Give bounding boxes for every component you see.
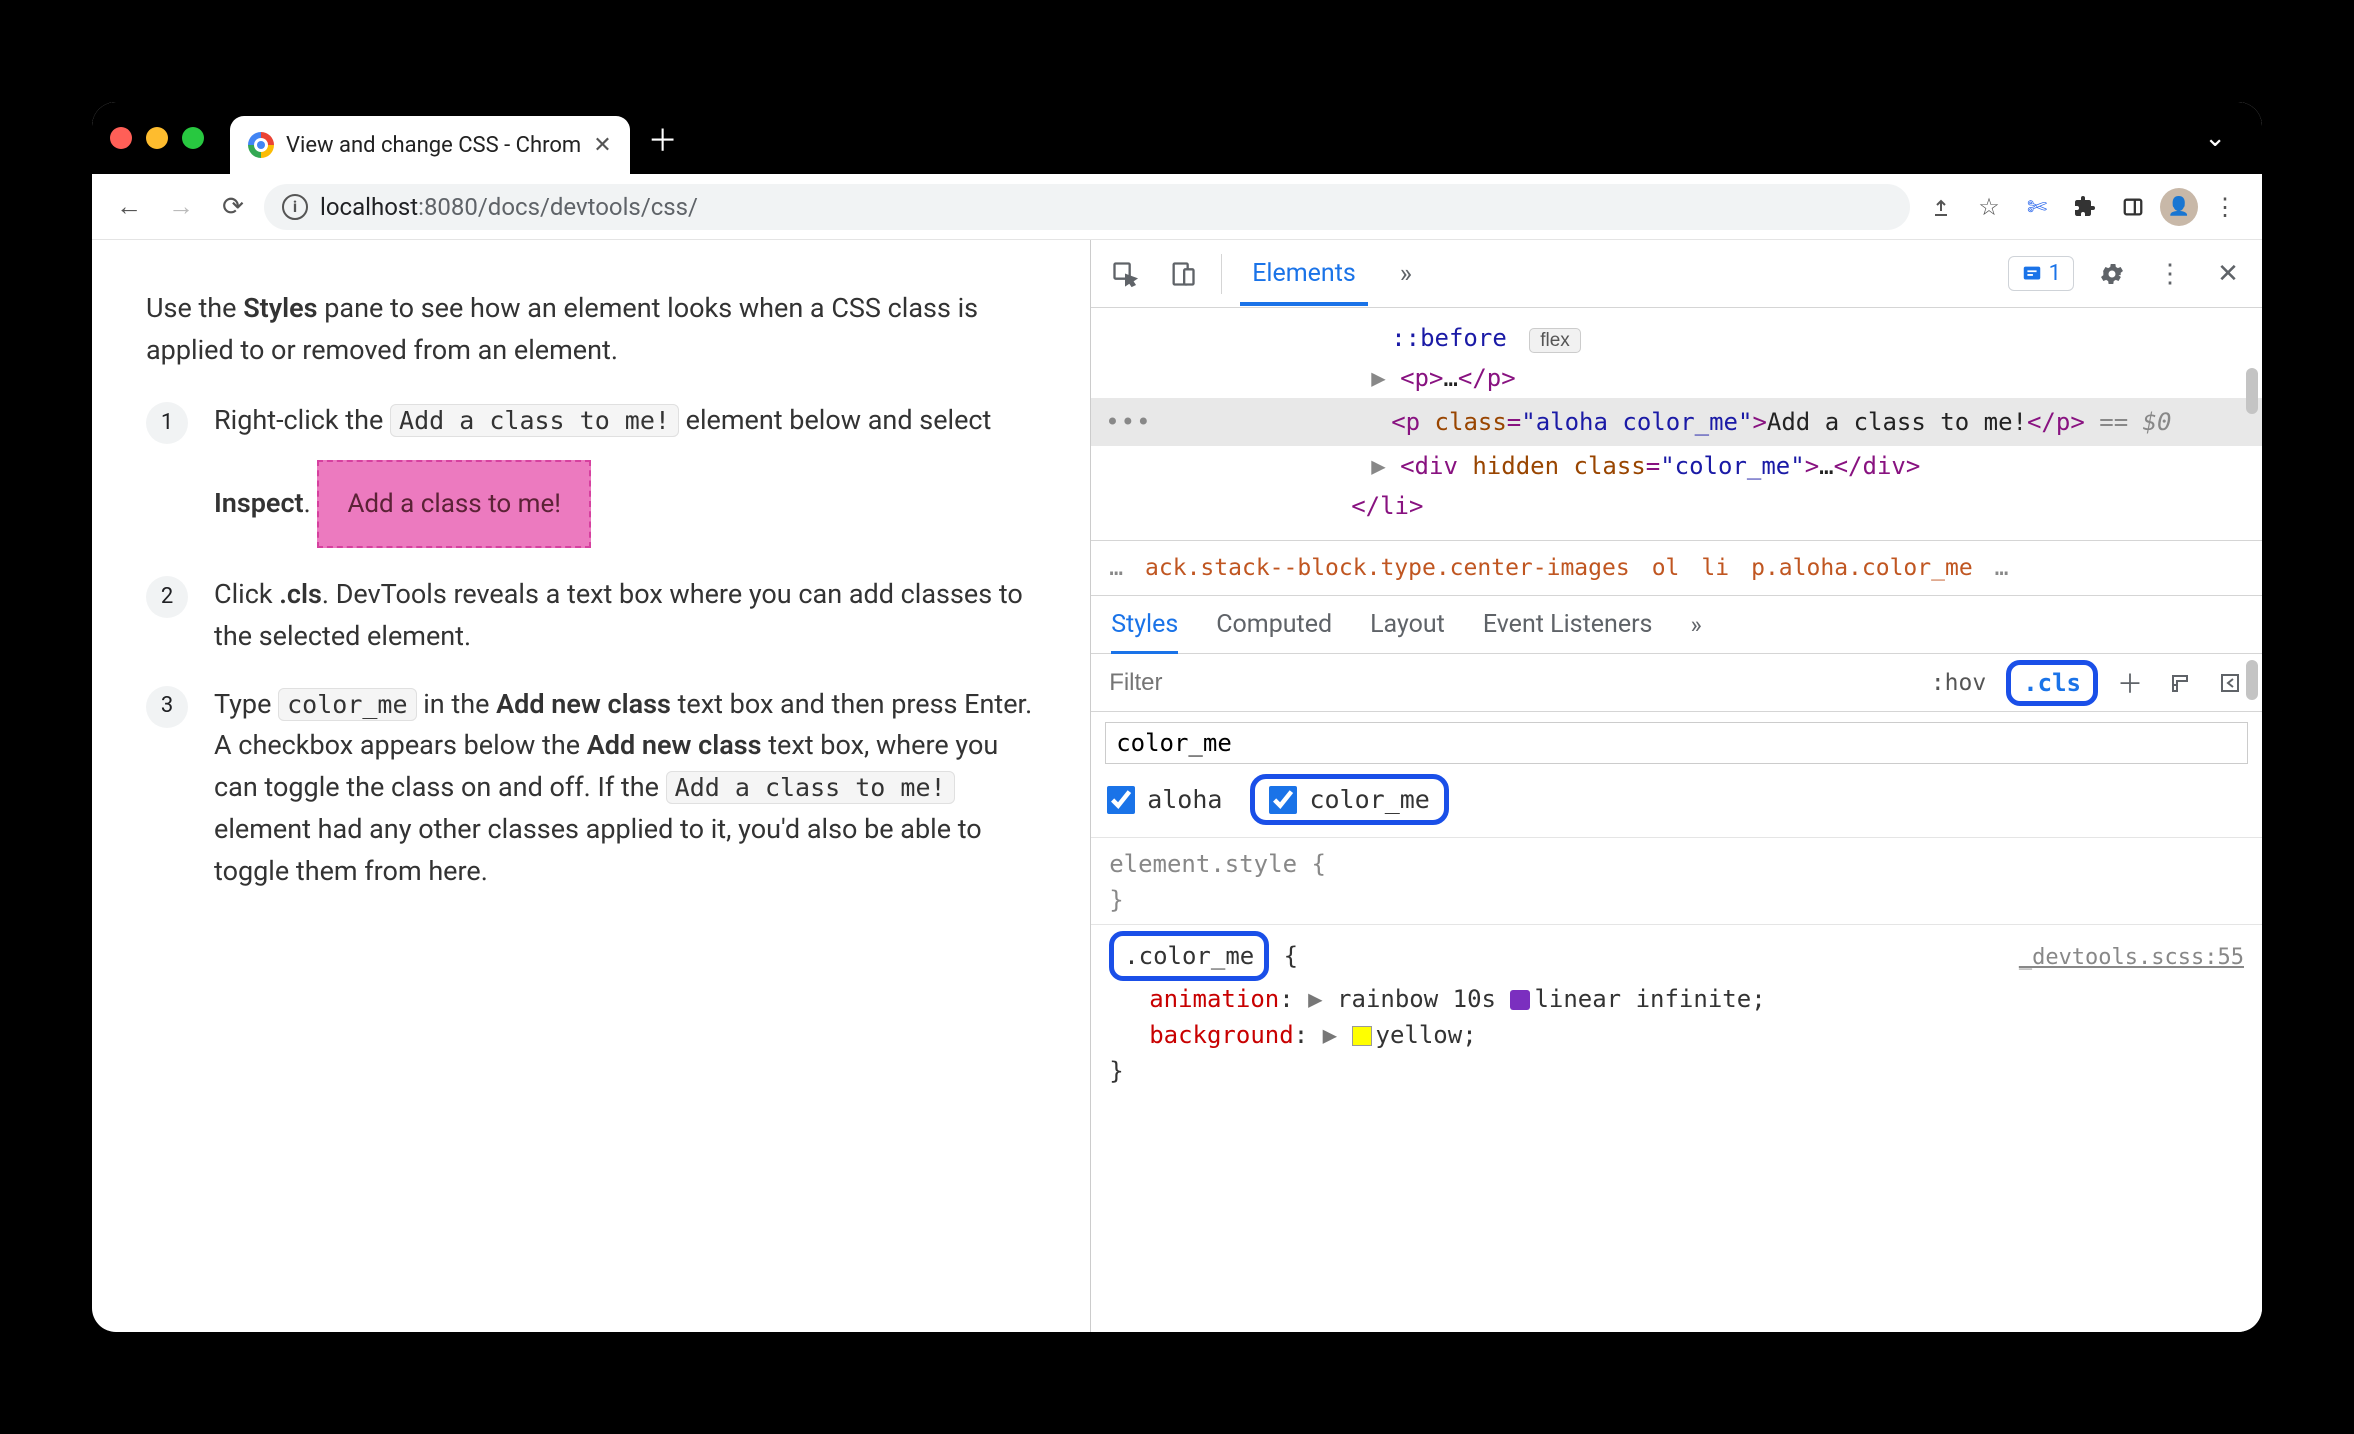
crumb-overflow-left[interactable]: … — [1109, 555, 1123, 581]
dom-tree[interactable]: ::before flex ▶ <p>…</p> ••• <p class="a… — [1091, 308, 2262, 540]
site-info-icon[interactable]: i — [282, 194, 308, 220]
elements-tab[interactable]: Elements — [1240, 241, 1368, 306]
devtools-menu-icon[interactable]: ⋮ — [2150, 254, 2190, 294]
hov-toggle-button[interactable]: :hov — [1925, 666, 1992, 700]
window-controls — [110, 127, 204, 149]
content-area: Use the Styles pane to see how an elemen… — [92, 240, 2262, 1332]
expand-shorthand-icon[interactable]: ▶ — [1323, 1021, 1337, 1049]
expand-shorthand-icon[interactable]: ▶ — [1308, 985, 1322, 1013]
css-property[interactable]: animation — [1149, 985, 1279, 1013]
devtools-top-bar: Elements » 1 ⋮ ✕ — [1091, 240, 2262, 308]
close-tab-icon[interactable]: ✕ — [593, 133, 611, 158]
step-number: 1 — [146, 402, 188, 444]
css-rules-pane[interactable]: element.style { } .color_me { _devtools.… — [1091, 838, 2262, 1107]
step-2: 2 Click .cls. DevTools reveals a text bo… — [146, 574, 1036, 658]
computed-reveal-icon[interactable] — [2212, 671, 2248, 695]
selected-dom-node[interactable]: ••• <p class="aloha color_me">Add a clas… — [1091, 398, 2262, 446]
class-checkbox-aloha[interactable]: aloha — [1107, 785, 1222, 814]
issues-count: 1 — [2049, 261, 2061, 286]
class-toggles: aloha color_me — [1091, 764, 2262, 838]
source-link[interactable]: _devtools.scss:55 — [2019, 941, 2244, 974]
paint-brush-icon[interactable] — [2162, 671, 2198, 695]
devtools-panel: Elements » 1 ⋮ ✕ ::before flex — [1090, 240, 2262, 1332]
browser-tab[interactable]: View and change CSS - Chrom ✕ — [230, 116, 630, 174]
share-icon[interactable] — [1920, 186, 1962, 228]
more-tabs-icon[interactable]: » — [1386, 254, 1426, 294]
crumb-segment[interactable]: ack.stack--block.type.center-images — [1145, 555, 1630, 581]
new-tab-button[interactable]: ＋ — [648, 116, 678, 160]
close-window-button[interactable] — [110, 127, 132, 149]
flex-badge[interactable]: flex — [1529, 328, 1581, 353]
scrollbar-thumb[interactable] — [2246, 660, 2258, 700]
url-text: localhost:8080/docs/devtools/css/ — [320, 193, 698, 221]
inline-code: Add a class to me! — [666, 771, 955, 804]
reveal-more-icon[interactable]: ••• — [1105, 404, 1151, 440]
crumb-segment-current[interactable]: p.aloha.color_me — [1751, 555, 1973, 581]
browser-toolbar: ← → ⟳ i localhost:8080/docs/devtools/css… — [92, 174, 2262, 240]
styles-filter-input[interactable] — [1091, 654, 1911, 711]
rule-selector-color-me[interactable]: .color_me — [1109, 931, 1269, 981]
device-toggle-icon[interactable] — [1163, 254, 1203, 294]
tab-bar: View and change CSS - Chrom ✕ ＋ ⌄ — [92, 102, 2262, 174]
add-new-class-input[interactable] — [1105, 722, 2248, 764]
css-property[interactable]: background — [1149, 1021, 1294, 1049]
bookmark-star-icon[interactable]: ☆ — [1968, 186, 2010, 228]
color-swatch-icon[interactable] — [1352, 1026, 1372, 1046]
reload-button[interactable]: ⟳ — [212, 186, 254, 228]
styles-tab[interactable]: Styles — [1111, 594, 1178, 655]
new-style-rule-icon[interactable]: ＋ — [2112, 664, 2148, 701]
styles-filter-row: :hov .cls ＋ — [1091, 654, 2262, 712]
add-class-demo-box[interactable]: Add a class to me! — [317, 460, 591, 548]
inspect-element-icon[interactable] — [1105, 254, 1145, 294]
tab-overflow-icon[interactable]: ⌄ — [2204, 123, 2226, 153]
side-panel-icon[interactable] — [2112, 186, 2154, 228]
crumb-segment[interactable]: li — [1701, 555, 1729, 581]
close-devtools-icon[interactable]: ✕ — [2208, 254, 2248, 294]
expand-triangle-icon[interactable]: ▶ — [1371, 364, 1385, 392]
class-checkbox-color-me[interactable]: color_me — [1250, 774, 1448, 825]
forward-button[interactable]: → — [160, 186, 202, 228]
extensions-puzzle-icon[interactable] — [2064, 186, 2106, 228]
settings-gear-icon[interactable] — [2092, 254, 2132, 294]
cls-toggle-button[interactable]: .cls — [2006, 660, 2098, 706]
minimize-window-button[interactable] — [146, 127, 168, 149]
issues-badge[interactable]: 1 — [2008, 256, 2074, 291]
event-listeners-tab[interactable]: Event Listeners — [1483, 610, 1653, 639]
easing-swatch-icon[interactable] — [1510, 990, 1530, 1010]
profile-avatar[interactable]: 👤 — [2160, 188, 2198, 226]
step-number: 2 — [146, 576, 188, 618]
chrome-favicon-icon — [248, 132, 274, 158]
scrollbar-thumb[interactable] — [2246, 368, 2258, 414]
inline-code: color_me — [278, 688, 416, 721]
browser-window: View and change CSS - Chrom ✕ ＋ ⌄ ← → ⟳ … — [92, 102, 2262, 1332]
address-bar[interactable]: i localhost:8080/docs/devtools/css/ — [264, 184, 1910, 230]
step-1: 1 Right-click the Add a class to me! ele… — [146, 400, 1036, 548]
inline-code: Add a class to me! — [390, 404, 679, 437]
back-button[interactable]: ← — [108, 186, 150, 228]
step-3: 3 Type color_me in the Add new class tex… — [146, 684, 1036, 893]
layout-tab[interactable]: Layout — [1370, 610, 1445, 639]
computed-tab[interactable]: Computed — [1216, 610, 1332, 639]
crumb-segment[interactable]: ol — [1652, 555, 1680, 581]
expand-triangle-icon[interactable]: ▶ — [1371, 452, 1385, 480]
checkbox-icon[interactable] — [1269, 786, 1297, 814]
intro-paragraph: Use the Styles pane to see how an elemen… — [146, 288, 1036, 372]
maximize-window-button[interactable] — [182, 127, 204, 149]
element-style-selector[interactable]: element.style — [1109, 850, 1297, 878]
step-number: 3 — [146, 686, 188, 728]
dom-breadcrumb[interactable]: … ack.stack--block.type.center-images ol… — [1091, 540, 2262, 596]
tab-title: View and change CSS - Chrom — [286, 133, 581, 158]
more-styles-tabs-icon[interactable]: » — [1690, 611, 1701, 639]
toolbar-actions: ☆ ✄ 👤 ⋮ — [1920, 186, 2246, 228]
chrome-menu-icon[interactable]: ⋮ — [2204, 186, 2246, 228]
pseudo-before: ::before — [1391, 324, 1507, 352]
checkbox-icon[interactable] — [1107, 786, 1135, 814]
styles-tab-bar: Styles Computed Layout Event Listeners » — [1091, 596, 2262, 654]
crumb-overflow-right[interactable]: … — [1995, 555, 2009, 581]
page-content: Use the Styles pane to see how an elemen… — [92, 240, 1090, 1332]
scissors-extension-icon[interactable]: ✄ — [2016, 186, 2058, 228]
